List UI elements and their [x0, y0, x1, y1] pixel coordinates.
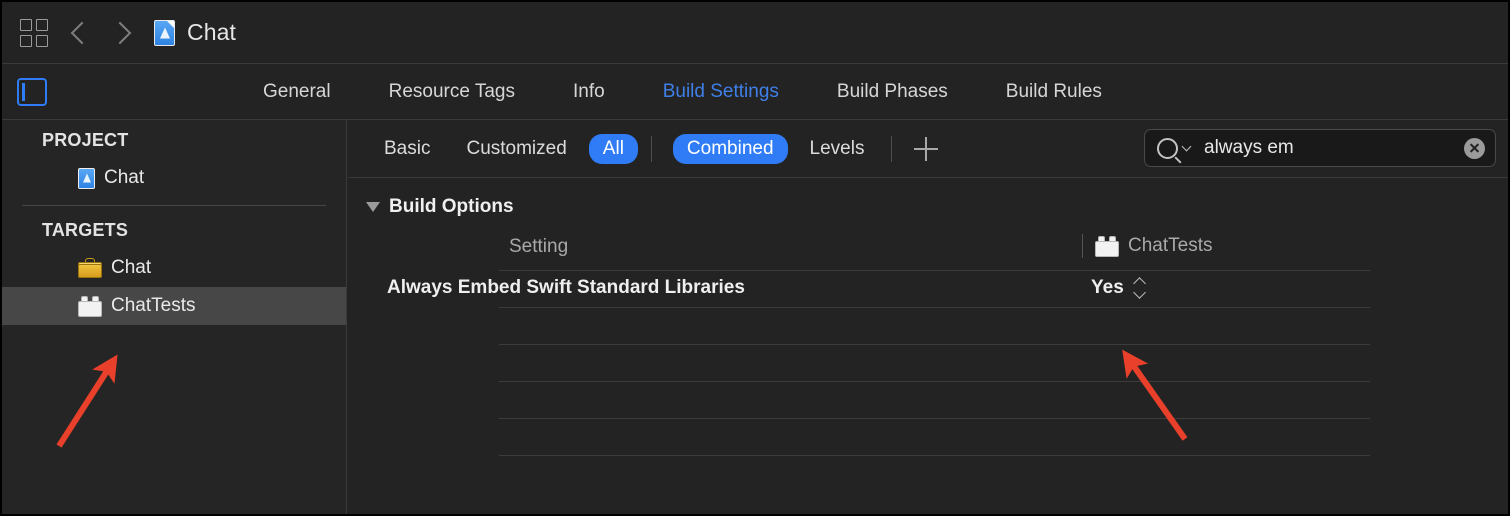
toolbox-icon: [78, 258, 102, 278]
chevron-down-icon[interactable]: [1181, 141, 1192, 152]
plus-icon[interactable]: [911, 134, 941, 164]
tab-general[interactable]: General: [263, 81, 331, 103]
tab-list: General Resource Tags Info Build Setting…: [263, 81, 1102, 103]
settings-column-headers: Setting ChatTests: [348, 230, 1508, 270]
sidebar-item-label: Chat: [111, 257, 152, 278]
xcode-project-icon: [154, 19, 175, 46]
sidebar-item-label: Chat: [104, 167, 145, 188]
grid-cell: [20, 18, 32, 31]
brick-base: [1095, 240, 1119, 257]
clear-circle-icon[interactable]: [1464, 137, 1485, 159]
chevron-right-icon[interactable]: [108, 21, 132, 44]
filter-combined[interactable]: Combined: [672, 133, 788, 164]
column-header-target-label: ChatTests: [1128, 235, 1213, 256]
xcode-project-icon: [78, 167, 95, 189]
setting-value-cell[interactable]: Yes: [1091, 277, 1146, 299]
filter-all[interactable]: All: [588, 133, 638, 164]
settings-table: Always Embed Swift Standard Libraries Ye…: [348, 270, 1508, 456]
sidebar-divider: [22, 205, 326, 206]
filter-separator: [891, 135, 893, 162]
table-row[interactable]: [499, 308, 1370, 345]
build-settings-filter-bar: Basic Customized All Combined Levels alw…: [348, 120, 1508, 178]
toolbox-body: [78, 264, 102, 278]
search-input[interactable]: always em: [1204, 137, 1464, 159]
filter-separator: [650, 135, 652, 162]
tab-build-phases[interactable]: Build Phases: [837, 81, 948, 103]
tab-resource-tags[interactable]: Resource Tags: [389, 81, 515, 103]
grid-icon[interactable]: [20, 18, 48, 47]
filter-basic[interactable]: Basic: [370, 134, 444, 164]
triangle-down-icon[interactable]: [366, 202, 380, 212]
setting-name: Always Embed Swift Standard Libraries: [387, 277, 745, 298]
setting-value: Yes: [1091, 277, 1124, 298]
sidebar-item-project-chat[interactable]: Chat: [2, 159, 346, 197]
navigation-controls: [70, 21, 132, 44]
column-header-setting: Setting: [509, 236, 569, 257]
page-fold: [167, 20, 174, 28]
search-field[interactable]: always em: [1144, 129, 1496, 167]
table-row[interactable]: Always Embed Swift Standard Libraries Ye…: [387, 270, 1370, 308]
sidebar-item-target-chattests[interactable]: ChatTests: [2, 287, 346, 325]
tab-info[interactable]: Info: [573, 81, 605, 103]
sidebar-section-project: PROJECT: [42, 130, 129, 150]
settings-group-title: Build Options: [389, 196, 514, 217]
grid-cell: [36, 18, 48, 31]
xcode-window: Chat General Resource Tags Info Build Se…: [0, 0, 1510, 516]
left-panel-toggle-icon[interactable]: [17, 78, 47, 106]
sidebar-item-label: ChatTests: [111, 295, 196, 316]
chevron-left-icon[interactable]: [70, 21, 94, 44]
brick-icon: [1095, 235, 1119, 257]
stepper-updown-icon[interactable]: [1134, 278, 1146, 298]
brick-icon: [78, 295, 102, 317]
settings-group-header[interactable]: Build Options: [348, 178, 1508, 218]
table-row[interactable]: [499, 419, 1370, 456]
tab-build-rules[interactable]: Build Rules: [1006, 81, 1102, 103]
grid-cell: [20, 34, 32, 47]
window-toolbar: Chat: [2, 2, 1508, 64]
table-row[interactable]: [499, 382, 1370, 419]
sidebar-section-targets: TARGETS: [42, 220, 129, 240]
tab-build-settings[interactable]: Build Settings: [663, 81, 779, 103]
column-divider: [1082, 234, 1083, 258]
table-row[interactable]: [499, 345, 1370, 382]
brick-base: [78, 300, 102, 317]
build-settings-pane: Basic Customized All Combined Levels alw…: [348, 120, 1508, 514]
grid-cell: [36, 34, 48, 47]
filter-levels[interactable]: Levels: [796, 134, 879, 164]
sidebar-item-target-chat[interactable]: Chat: [2, 249, 346, 287]
search-icon: [1157, 137, 1178, 159]
column-header-target: ChatTests: [1082, 234, 1212, 258]
project-targets-sidebar: PROJECT Chat TARGETS Chat ChatTests: [2, 120, 347, 514]
editor-tab-bar: General Resource Tags Info Build Setting…: [2, 64, 1508, 120]
page-title: Chat: [187, 19, 236, 45]
filter-customized[interactable]: Customized: [452, 134, 580, 164]
